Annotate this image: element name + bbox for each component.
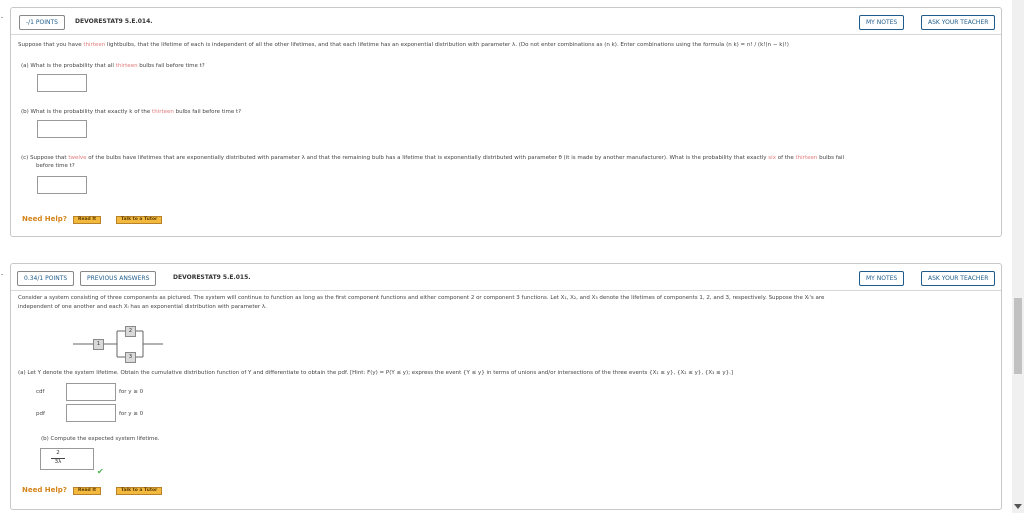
points-badge: -/1 POINTS [19,15,65,30]
highlight-count: thirteen [115,63,138,69]
scrollbar-thumb[interactable] [1014,298,1022,374]
ask-teacher-button[interactable]: ASK YOUR TEACHER [921,15,996,30]
intro-text-3: . Enter combinations using the formula [616,42,727,48]
part-b-text: (b) What is the probability that exactly… [21,109,153,115]
question-intro-line-2: independent of one another and each Xᵢ h… [18,304,267,310]
highlight-count: thirteen [152,109,174,115]
component-2-node: 2 [125,326,136,337]
part-c-text-4: bulbs fail [817,155,845,161]
part-b-text-2: bulbs fail before time t? [173,109,242,115]
part-a-answer-input[interactable] [37,74,87,92]
question-card-2: 0.34/1 POINTS PREVIOUS ANSWERS DEVORESTA… [10,263,1002,510]
points-badge: 0.34/1 POINTS [17,271,75,286]
my-notes-button[interactable]: MY NOTES [859,271,905,286]
correct-check-icon: ✔ [97,467,104,476]
intro-text-2: lightbulbs, that the lifetime of each is… [105,42,605,48]
part-a-text-2: bulbs fail before time t? [137,63,205,69]
part-b-prompt: (b) Compute the expected system lifetime… [41,436,160,442]
scroll-down-arrow-icon[interactable] [1014,504,1022,509]
cdf-answer-input[interactable] [66,383,116,401]
component-3-node: 3 [125,352,136,363]
expected-lifetime-answer[interactable]: 2 3λ [40,448,94,470]
my-notes-button[interactable]: MY NOTES [859,15,905,30]
page-scrollbar[interactable] [1012,0,1024,513]
question-header: -/1 POINTS DEVORESTAT9 5.E.014. MY NOTES… [11,8,1001,35]
previous-answers-button[interactable]: PREVIOUS ANSWERS [80,271,157,286]
cdf-condition: for y ≥ 0 [119,389,144,395]
question-header: 0.34/1 POINTS PREVIOUS ANSWERS DEVORESTA… [11,264,1001,291]
read-it-button[interactable]: Read It [73,216,102,224]
combination-symbol-2: (n k) [726,42,739,48]
talk-to-tutor-button[interactable]: Talk to a Tutor [116,487,163,495]
question-id: DEVORESTAT9 5.E.015. [173,274,251,281]
highlight-count: thirteen [83,42,106,48]
question-number: - [1,271,4,278]
part-b-answer-input[interactable] [37,120,87,138]
part-c-text: (c) Suppose that [21,155,69,161]
part-b-prompt: (b) What is the probability that exactly… [21,109,241,115]
pdf-condition: for y ≥ 0 [119,411,144,417]
question-id: DEVORESTAT9 5.E.014. [75,18,153,25]
read-it-button[interactable]: Read It [73,487,102,495]
ask-teacher-button[interactable]: ASK YOUR TEACHER [921,271,996,286]
combination-symbol: (n k) [604,42,617,48]
part-a-prompt: (a) Let Y denote the system lifetime. Ob… [18,370,734,376]
question-intro-line-1: Consider a system consisting of three co… [18,295,825,301]
component-1-node: 1 [93,339,104,350]
question-card-1: -/1 POINTS DEVORESTAT9 5.E.014. MY NOTES… [10,7,1002,237]
answer-denominator: 3λ [54,459,62,465]
highlight-count-3: thirteen [795,155,818,161]
question-intro: Suppose that you have thirteen lightbulb… [18,42,789,48]
part-a-text: (a) What is the probability that all [21,63,116,69]
need-help-label: Need Help? [22,215,67,223]
need-help-label: Need Help? [22,486,67,494]
part-a-prompt: (a) What is the probability that all thi… [21,63,205,69]
part-c-text-3: of the [775,155,796,161]
cdf-label: cdf [36,389,45,395]
highlight-count-2: six [768,155,776,161]
talk-to-tutor-button[interactable]: Talk to a Tutor [116,216,163,224]
combination-formula: n! / (k!(n − k)!) [746,42,789,48]
part-c-prompt: (c) Suppose that twelve of the bulbs hav… [21,155,844,161]
part-c-text-2: of the bulbs have lifetimes that are exp… [86,155,769,161]
question-number: - [1,14,4,21]
intro-text: Suppose that you have [18,42,84,48]
answer-numerator: 2 [56,450,60,456]
part-c-prompt-cont: before time t? [36,163,75,169]
pdf-label: pdf [36,411,45,417]
pdf-answer-input[interactable] [66,404,116,422]
highlight-count: twelve [68,155,87,161]
part-c-answer-input[interactable] [37,176,87,194]
